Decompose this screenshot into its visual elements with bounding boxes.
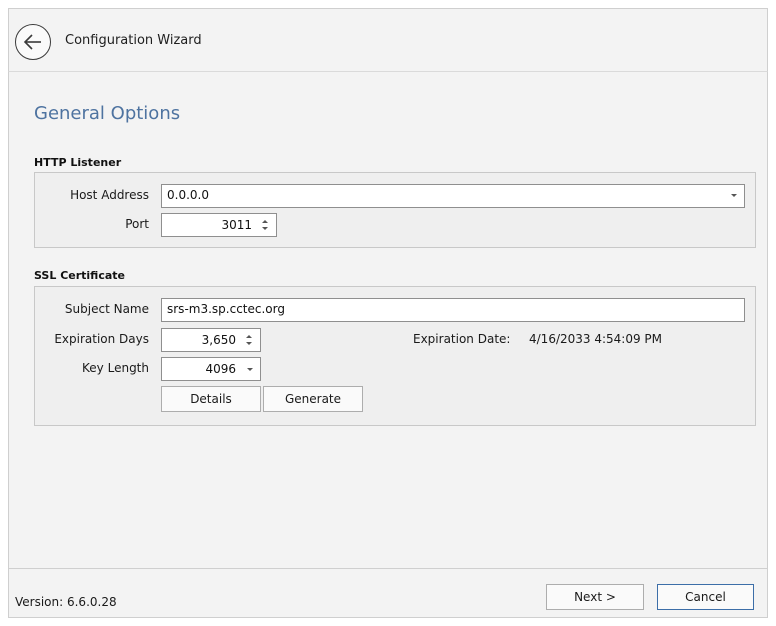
- expiration-days-value: 3,650: [201, 333, 236, 347]
- chevron-down-icon[interactable]: [731, 194, 737, 197]
- spin-up-icon[interactable]: [246, 335, 252, 338]
- spin-up-icon[interactable]: [262, 220, 268, 223]
- arrow-left-icon: [23, 34, 41, 50]
- key-length-combobox[interactable]: 4096: [161, 357, 261, 381]
- host-address-value: 0.0.0.0: [167, 188, 209, 202]
- expiration-days-spinner[interactable]: 3,650: [161, 328, 261, 352]
- subject-name-input[interactable]: srs-m3.sp.cctec.org: [161, 298, 745, 322]
- subject-name-label: Subject Name: [64, 302, 149, 316]
- port-value: 3011: [221, 218, 252, 232]
- expiration-days-label: Expiration Days: [54, 332, 149, 346]
- details-button[interactable]: Details: [161, 386, 261, 412]
- http-listener-section-label: HTTP Listener: [34, 156, 122, 169]
- page-title: General Options: [34, 103, 181, 124]
- next-button[interactable]: Next >: [546, 584, 644, 610]
- wizard-header: Configuration Wizard: [8, 8, 768, 72]
- key-length-value: 4096: [205, 362, 236, 376]
- configuration-wizard-window: Configuration Wizard General Options HTT…: [0, 0, 776, 626]
- http-listener-group: Host Address 0.0.0.0 Port 3011: [34, 172, 756, 248]
- key-length-label: Key Length: [82, 361, 149, 375]
- cancel-button[interactable]: Cancel: [657, 584, 754, 610]
- window-title: Configuration Wizard: [65, 33, 202, 48]
- expiration-date-value: 4/16/2033 4:54:09 PM: [529, 332, 663, 346]
- back-button[interactable]: [15, 24, 51, 60]
- port-label: Port: [125, 217, 149, 231]
- host-address-label: Host Address: [70, 188, 149, 202]
- generate-button[interactable]: Generate: [263, 386, 363, 412]
- spin-down-icon[interactable]: [246, 342, 252, 345]
- subject-name-value: srs-m3.sp.cctec.org: [167, 302, 285, 316]
- wizard-content: General Options HTTP Listener Host Addre…: [8, 72, 768, 568]
- ssl-certificate-section-label: SSL Certificate: [34, 269, 125, 282]
- wizard-footer: Version: 6.6.0.28 Next > Cancel: [8, 568, 768, 618]
- port-spinner[interactable]: 3011: [161, 213, 277, 237]
- expiration-date-label: Expiration Date:: [413, 332, 511, 346]
- host-address-combobox[interactable]: 0.0.0.0: [161, 184, 745, 208]
- chevron-down-icon[interactable]: [247, 368, 253, 371]
- ssl-certificate-group: Subject Name srs-m3.sp.cctec.org Expirat…: [34, 286, 756, 426]
- spin-down-icon[interactable]: [262, 227, 268, 230]
- version-label: Version: 6.6.0.28: [15, 595, 117, 609]
